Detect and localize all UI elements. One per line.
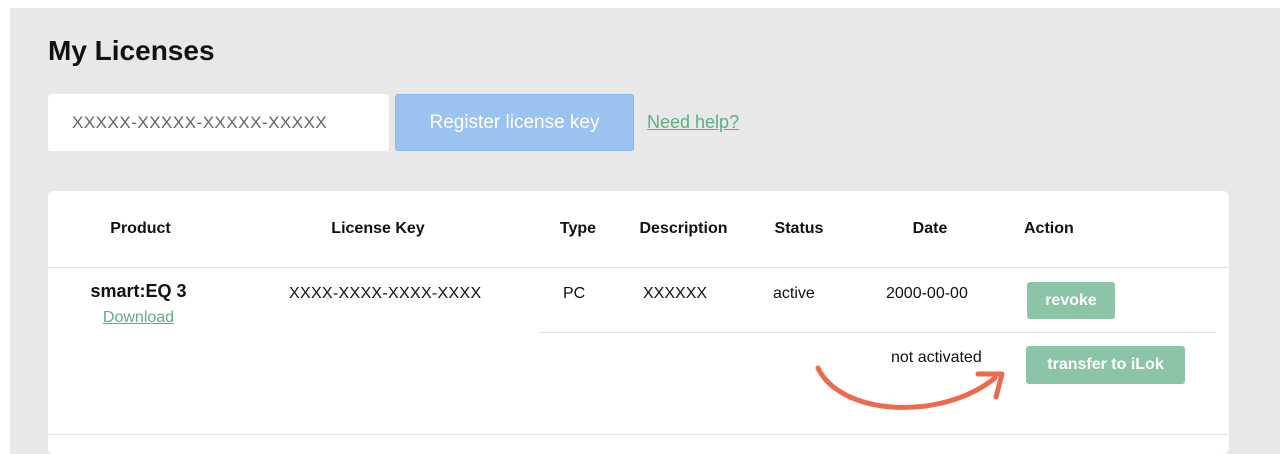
type-value: PC (563, 285, 586, 302)
page-title: My Licenses (48, 35, 215, 66)
header-divider (48, 267, 1229, 268)
header-action: Action (1024, 220, 1074, 237)
status-value: active (773, 285, 815, 302)
revoke-button[interactable]: revoke (1027, 282, 1115, 319)
transfer-to-ilok-button[interactable]: transfer to iLok (1026, 346, 1185, 384)
download-link[interactable]: Download (48, 309, 229, 327)
header-description: Description (639, 220, 728, 237)
curved-arrow-icon (815, 365, 1005, 410)
description-value: XXXXXX (643, 285, 708, 302)
register-license-key-button[interactable]: Register license key (395, 94, 634, 151)
header-license-key: License Key (331, 220, 425, 237)
header-type: Type (559, 220, 597, 237)
row-divider (48, 434, 1229, 435)
header-date: Date (912, 220, 948, 237)
license-key-input[interactable] (48, 94, 389, 151)
header-product: Product (110, 220, 171, 237)
product-name: smart:EQ 3 (90, 281, 187, 301)
need-help-link[interactable]: Need help? (647, 112, 739, 133)
date-value: 2000-00-00 (886, 285, 968, 302)
licenses-table: Product License Key Type Description Sta… (48, 191, 1229, 454)
header-status: Status (774, 220, 824, 237)
sub-row-divider (539, 332, 1216, 333)
license-key-value: XXXX-XXXX-XXXX-XXXX (289, 285, 482, 302)
